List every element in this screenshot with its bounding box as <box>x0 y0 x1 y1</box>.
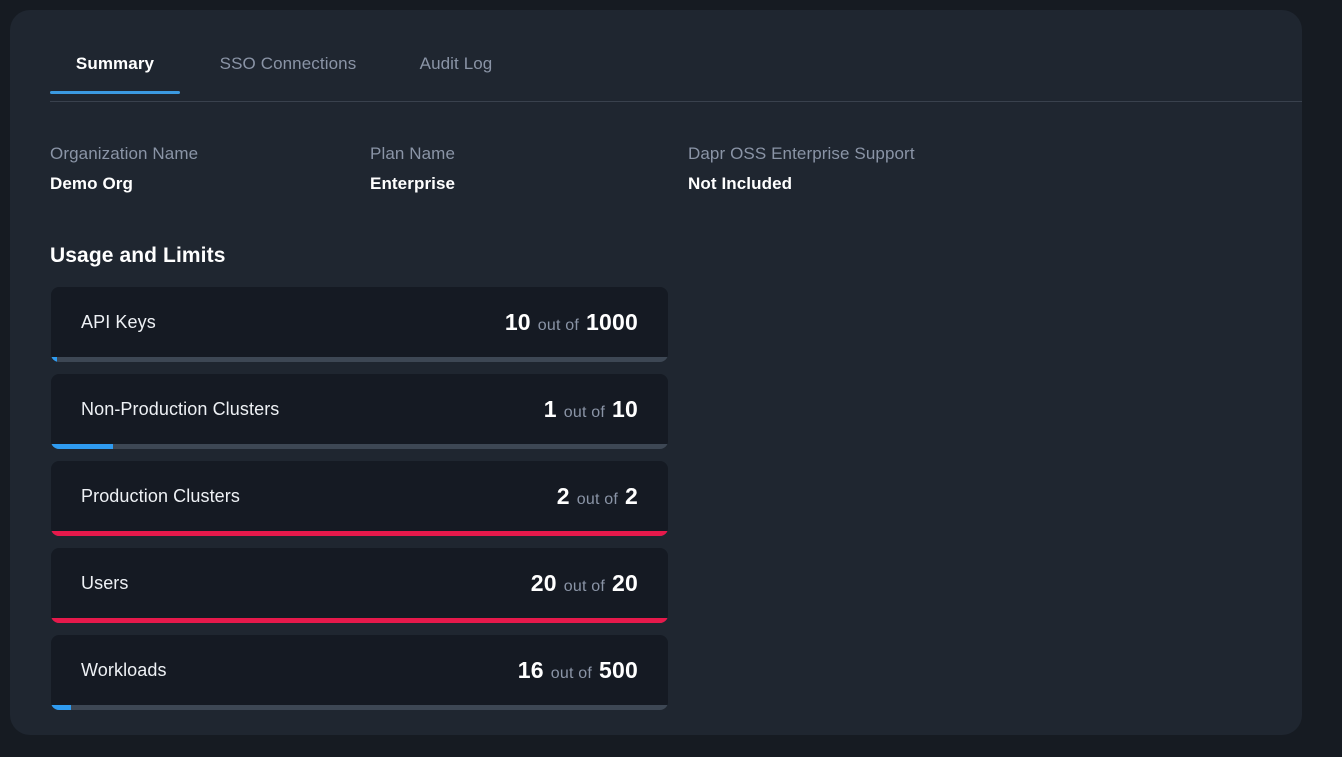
usage-progress-fill <box>51 531 668 536</box>
info-plan-name: Plan Name Enterprise <box>370 143 688 195</box>
usage-card-value: 16 out of 500 <box>518 657 638 684</box>
tab-list: Summary SSO Connections Audit Log <box>40 40 516 94</box>
usage-card-value: 10 out of 1000 <box>505 309 638 336</box>
usage-card-workloads: Workloads 16 out of 500 <box>51 635 668 710</box>
usage-progress-fill <box>51 618 668 623</box>
usage-current-value: 16 <box>517 656 544 683</box>
usage-card-row: Users 20 out of 20 <box>81 548 638 618</box>
usage-progress-track <box>51 444 668 449</box>
tab-audit-log[interactable]: Audit Log <box>396 40 516 94</box>
tab-bar-divider <box>50 101 1302 102</box>
usage-card-value: 2 out of 2 <box>557 483 638 510</box>
usage-card-list: API Keys 10 out of 1000 Non-Production C… <box>51 287 668 722</box>
usage-card-non-production-clusters: Non-Production Clusters 1 out of 10 <box>51 374 668 449</box>
tab-summary[interactable]: Summary <box>50 40 180 94</box>
usage-current-value: 20 <box>530 569 557 596</box>
usage-progress-track <box>51 705 668 710</box>
info-plan-name-value: Enterprise <box>370 174 456 193</box>
usage-progress-track <box>51 531 668 536</box>
info-plan-name-label: Plan Name <box>370 144 455 163</box>
usage-card-label: Users <box>81 572 129 593</box>
tab-summary-label: Summary <box>75 54 155 73</box>
organization-summary-panel: Summary SSO Connections Audit Log Organi… <box>10 10 1302 735</box>
info-organization-name: Organization Name Demo Org <box>50 143 370 195</box>
tab-sso-connections-label: SSO Connections <box>219 54 357 73</box>
usage-card-label: API Keys <box>81 311 156 332</box>
tab-active-underline <box>50 91 180 94</box>
usage-progress-fill <box>51 444 113 449</box>
usage-card-label: Non-Production Clusters <box>81 398 280 419</box>
usage-card-value: 20 out of 20 <box>531 570 638 597</box>
usage-card-api-keys: API Keys 10 out of 1000 <box>51 287 668 362</box>
usage-progress-fill <box>51 357 58 362</box>
usage-limit-value: 500 <box>599 656 638 683</box>
usage-card-production-clusters: Production Clusters 2 out of 2 <box>51 461 668 536</box>
usage-progress-track <box>51 357 668 362</box>
organization-info-row: Organization Name Demo Org Plan Name Ent… <box>50 143 1290 195</box>
usage-separator-label: out of <box>537 316 580 334</box>
usage-progress-track <box>51 618 668 623</box>
tab-sso-connections[interactable]: SSO Connections <box>200 40 376 94</box>
usage-card-row: Non-Production Clusters 1 out of 10 <box>81 374 638 444</box>
usage-card-label: Workloads <box>81 659 167 680</box>
usage-limit-value: 1000 <box>586 308 638 335</box>
usage-limit-value: 10 <box>612 395 638 422</box>
info-enterprise-support: Dapr OSS Enterprise Support Not Included <box>688 143 1088 195</box>
usage-card-row: Production Clusters 2 out of 2 <box>81 461 638 531</box>
usage-current-value: 10 <box>504 308 531 335</box>
usage-separator-label: out of <box>550 664 593 682</box>
usage-separator-label: out of <box>576 490 618 508</box>
usage-card-label: Production Clusters <box>81 485 240 506</box>
usage-current-value: 1 <box>543 395 557 422</box>
usage-limit-value: 2 <box>625 482 638 509</box>
usage-current-value: 2 <box>556 482 570 509</box>
usage-card-row: Workloads 16 out of 500 <box>81 635 638 705</box>
usage-separator-label: out of <box>563 403 606 421</box>
usage-separator-label: out of <box>563 577 606 595</box>
usage-limit-value: 20 <box>612 569 638 596</box>
usage-progress-fill <box>51 705 71 710</box>
tab-audit-log-label: Audit Log <box>419 54 493 73</box>
info-enterprise-support-value: Not Included <box>688 174 793 193</box>
usage-card-row: API Keys 10 out of 1000 <box>81 287 638 357</box>
info-organization-name-value: Demo Org <box>50 174 133 193</box>
info-organization-name-label: Organization Name <box>50 144 199 163</box>
tab-bar: Summary SSO Connections Audit Log <box>40 40 1302 102</box>
usage-card-users: Users 20 out of 20 <box>51 548 668 623</box>
usage-card-value: 1 out of 10 <box>544 396 638 423</box>
info-enterprise-support-label: Dapr OSS Enterprise Support <box>688 144 915 163</box>
usage-and-limits-title: Usage and Limits <box>50 244 226 267</box>
